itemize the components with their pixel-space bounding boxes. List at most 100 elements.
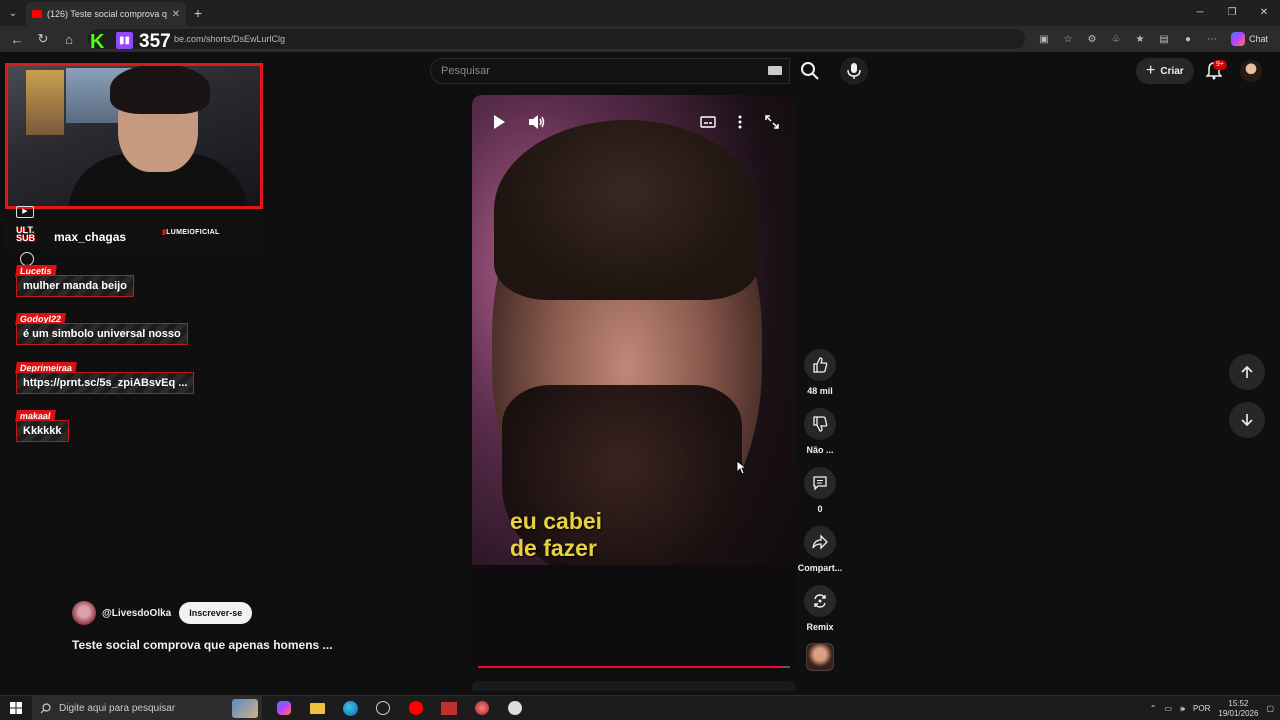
notification-center-icon[interactable]: ▢	[1266, 704, 1274, 713]
like-count: 48 mil	[807, 386, 833, 396]
subscribe-button[interactable]: Inscrever-se	[179, 602, 253, 624]
taskbar-search[interactable]: Digite aqui para pesquisar	[32, 695, 262, 720]
profile-icon[interactable]: ●	[1179, 30, 1197, 48]
captions-icon[interactable]	[697, 111, 719, 133]
new-tab-icon[interactable]: +	[186, 5, 210, 21]
favorite-star-icon[interactable]: ☆	[1059, 30, 1077, 48]
webcam-background-poster	[26, 70, 64, 135]
taskbar-clock[interactable]: 15:52 19/01/2026	[1218, 699, 1258, 719]
short-title[interactable]: Teste social comprova que apenas homens …	[72, 638, 333, 652]
home-icon[interactable]: ⌂	[58, 28, 80, 50]
thumbs-down-icon	[813, 416, 828, 432]
streamer-hair	[110, 66, 210, 114]
extensions-icon[interactable]: ⚙	[1083, 30, 1101, 48]
search-icon[interactable]	[799, 60, 821, 82]
dislike-label: Não ...	[806, 445, 834, 455]
close-tab-icon[interactable]: ✕	[172, 9, 180, 20]
video-shirt	[472, 565, 796, 670]
next-short-button[interactable]	[1229, 402, 1265, 438]
obs-icon[interactable]	[371, 697, 395, 719]
browser-tab[interactable]: (126) Teste social comprova que a ✕	[26, 2, 186, 26]
tab-list-icon[interactable]: ⌄	[0, 0, 26, 26]
windows-start-icon[interactable]	[0, 696, 32, 720]
streamer-app-icon[interactable]	[437, 697, 461, 719]
window-controls: ─ ❐ ✕	[1184, 0, 1280, 26]
create-button[interactable]: + Criar	[1136, 58, 1194, 84]
last-sub-label: ULT. SUB	[16, 225, 36, 243]
volume-icon[interactable]	[526, 111, 548, 133]
previous-short-button[interactable]	[1229, 354, 1265, 390]
clock-time: 15:52	[1228, 698, 1249, 708]
share-button[interactable]	[804, 526, 836, 558]
tray-chevron-icon[interactable]: ⌃	[1150, 704, 1157, 713]
streamer-webcam	[5, 63, 263, 209]
collections-icon[interactable]: ▤	[1155, 30, 1173, 48]
arrow-up-icon	[1241, 365, 1253, 378]
settings-app-icon[interactable]	[503, 697, 527, 719]
browser-essentials-icon[interactable]: ♧	[1107, 30, 1125, 48]
channel-name[interactable]: @LivesdoOlka	[102, 608, 171, 619]
back-icon[interactable]: ←	[6, 28, 28, 50]
youtube-sub-icon: ▶	[16, 206, 34, 218]
search-highlight-image	[232, 698, 258, 718]
network-icon[interactable]: ▭	[1164, 704, 1172, 713]
taskbar-search-icon	[40, 702, 51, 713]
thumbs-up-icon	[813, 357, 828, 373]
game-app-icon[interactable]	[470, 697, 494, 719]
voice-search-button[interactable]	[840, 57, 868, 85]
video-progress-bar[interactable]	[478, 666, 790, 668]
app-available-icon[interactable]: ▣	[1035, 30, 1053, 48]
copilot-app-icon[interactable]	[272, 697, 296, 719]
edge-browser-icon[interactable]	[338, 697, 362, 719]
share-icon	[812, 534, 828, 550]
youtube-music-icon[interactable]	[404, 697, 428, 719]
search-input[interactable]: Pesquisar	[430, 58, 790, 84]
windows-taskbar: Digite aqui para pesquisar ⌃ ▭ 🕪 POR 15:…	[0, 695, 1280, 720]
remix-button[interactable]	[804, 585, 836, 617]
sound-thumbnail[interactable]	[806, 643, 834, 671]
caption-line-1: eu cabei	[510, 508, 603, 534]
next-short-preview[interactable]	[472, 681, 796, 691]
reload-icon[interactable]: ↻	[32, 28, 54, 50]
keyboard-icon[interactable]	[768, 66, 782, 75]
account-avatar[interactable]	[1240, 60, 1262, 82]
video-progress-fill	[478, 666, 781, 668]
like-button[interactable]	[804, 349, 836, 381]
maximize-icon[interactable]: ❐	[1216, 0, 1248, 26]
browser-tabbar: ⌄ (126) Teste social comprova que a ✕ + …	[0, 0, 1280, 26]
youtube-favicon-icon	[32, 10, 42, 18]
fullscreen-icon[interactable]	[761, 111, 783, 133]
remix-action: Remix	[804, 585, 836, 632]
copilot-icon	[1230, 32, 1245, 46]
channel-avatar[interactable]	[72, 601, 96, 625]
sponsor-tag: ▮LUMEIOFICIAL	[162, 229, 220, 236]
copilot-chat-button[interactable]: Chat	[1225, 32, 1274, 46]
more-options-icon[interactable]: ⋯	[1203, 30, 1221, 48]
speaker-icon[interactable]: 🕪	[1180, 704, 1185, 714]
kick-logo-icon: K	[90, 31, 105, 53]
mic-icon	[847, 63, 861, 79]
file-explorer-icon[interactable]	[305, 697, 329, 719]
close-window-icon[interactable]: ✕	[1248, 0, 1280, 26]
chat-text: Kkkkkk	[16, 420, 69, 442]
chat-text: https://prnt.sc/5s_zpiABsvEq ...	[16, 372, 195, 394]
short-video-player[interactable]: eu cabei de fazer	[472, 95, 796, 670]
taskbar-search-placeholder: Digite aqui para pesquisar	[59, 702, 176, 714]
comment-count: 0	[817, 504, 823, 514]
minimize-icon[interactable]: ─	[1184, 0, 1216, 26]
video-caption: eu cabei de fazer	[510, 508, 602, 562]
favorites-icon[interactable]: ★	[1131, 30, 1149, 48]
taskbar-apps	[272, 697, 527, 719]
comments-button[interactable]	[804, 467, 836, 499]
language-indicator[interactable]: POR	[1193, 704, 1210, 713]
dislike-button[interactable]	[804, 408, 836, 440]
url-text: be.com/shorts/DsEwLurlClg	[174, 34, 286, 44]
more-vert-icon[interactable]	[729, 111, 751, 133]
channel-info: @LivesdoOlka Inscrever-se	[72, 601, 253, 625]
plus-icon: +	[1146, 62, 1156, 79]
create-label: Criar	[1160, 65, 1184, 77]
address-field[interactable]: be.com/shorts/DsEwLurlClg	[88, 29, 1025, 49]
caption-line-2: de fazer	[510, 535, 597, 561]
play-icon[interactable]	[488, 111, 510, 133]
chat-label: Chat	[1248, 34, 1268, 44]
